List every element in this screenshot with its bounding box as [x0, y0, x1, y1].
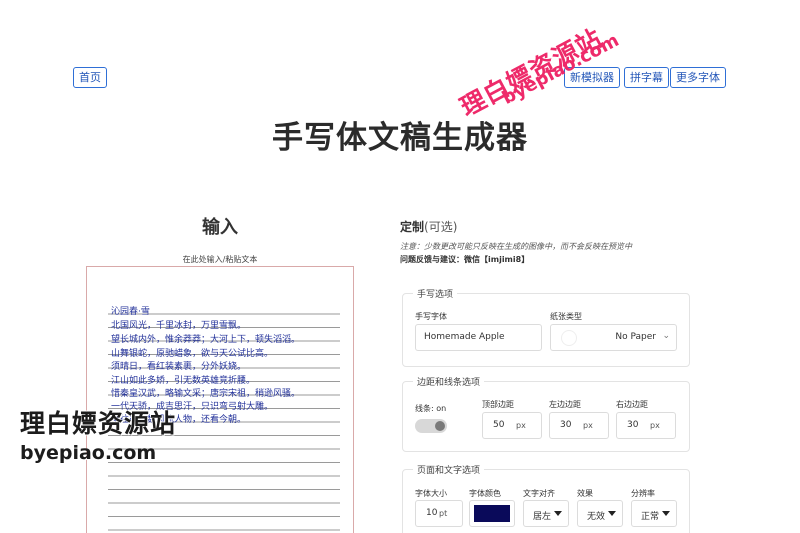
input-hint: 在此处输入/粘贴文本: [182, 255, 258, 264]
preview-notice: 注意：少数更改可能只反映在生成的图像中，而不会反映在预览中: [400, 242, 632, 251]
text-line: 俱往矣，数风流人物，还看今朝。: [111, 415, 247, 425]
text-line: 江山如此多娇，引无数英雄竞折腰。: [111, 376, 256, 386]
caret-down-icon: [554, 511, 562, 516]
pinyin-subtitle-button[interactable]: 拼字幕: [624, 67, 669, 88]
text-line: 沁园春·雪: [111, 307, 150, 317]
text-align-label: 文字对齐: [523, 489, 555, 498]
unit-label: px: [650, 421, 660, 430]
font-size-input[interactable]: 10 pt: [415, 500, 463, 527]
new-simulator-button[interactable]: 新模拟器: [564, 67, 620, 88]
handwriting-options-legend: 手写选项: [417, 290, 454, 300]
top-margin-input[interactable]: 50 px: [482, 412, 542, 439]
text-line: 山舞银蛇，原驰蜡象，欲与天公试比高。: [111, 349, 274, 359]
top-margin-label: 顶部边距: [482, 400, 514, 409]
font-color-picker[interactable]: [469, 500, 515, 527]
more-fonts-button[interactable]: 更多字体: [670, 67, 726, 88]
paper-select-value: No Paper: [615, 332, 656, 342]
text-line: 一代天骄，成吉思汗，只识弯弓射大雕。: [111, 402, 274, 412]
margin-options-legend: 边距和线条选项: [417, 378, 481, 388]
paper-type-select[interactable]: No Paper ⌄: [550, 324, 677, 351]
right-margin-value: 30: [627, 420, 639, 430]
text-line: 北国风光，千里冰封，万里雪飘。: [111, 321, 247, 331]
text-line: 望长城内外，惟余莽莽；大河上下，顿失滔滔。: [111, 335, 301, 345]
caret-down-icon: [608, 511, 616, 516]
handwriting-font-select[interactable]: Homemade Apple: [415, 324, 542, 351]
unit-label: px: [583, 421, 593, 430]
font-size-unit: pt: [439, 509, 448, 518]
right-margin-input[interactable]: 30 px: [616, 412, 676, 439]
page-title: 手写体文稿生成器: [272, 120, 528, 156]
font-size-label: 字体大小: [415, 489, 447, 498]
text-align-select[interactable]: 居左: [523, 500, 569, 527]
optional-label: (可选): [424, 220, 458, 234]
chevron-down-icon: ⌄: [662, 331, 670, 341]
resolution-select[interactable]: 正常: [631, 500, 677, 527]
effect-label: 效果: [577, 489, 593, 498]
home-button[interactable]: 首页: [73, 67, 107, 88]
paper-type-label: 纸张类型: [550, 312, 582, 321]
toggle-knob: [435, 421, 445, 431]
font-color-label: 字体颜色: [469, 489, 501, 498]
ink-color-swatch: [474, 505, 510, 522]
unit-label: px: [516, 421, 526, 430]
caret-down-icon: [662, 511, 670, 516]
effect-select[interactable]: 无效: [577, 500, 623, 527]
left-margin-value: 30: [560, 420, 572, 430]
text-line: 惜秦皇汉武，略输文采；唐宗宋祖，稍逊风骚。: [111, 389, 301, 399]
feedback-contact: 问题反馈与建议：微信【imjimi8】: [400, 255, 530, 264]
customize-title: 定制: [400, 220, 425, 234]
page-text-options-legend: 页面和文字选项: [417, 466, 481, 476]
handwriting-preview-textarea[interactable]: 沁园春·雪 北国风光，千里冰封，万里雪飘。 望长城内外，惟余莽莽；大河上下，顿失…: [86, 266, 354, 533]
lines-toggle-label: 线条: on: [415, 404, 447, 413]
font-select-value: Homemade Apple: [424, 332, 505, 342]
effect-value: 无效: [587, 512, 606, 522]
font-size-value: 10: [426, 508, 438, 518]
resolution-value: 正常: [641, 512, 660, 522]
right-margin-label: 右边边距: [616, 400, 648, 409]
left-margin-label: 左边边距: [549, 400, 581, 409]
paper-swatch-icon: [561, 330, 577, 346]
resolution-label: 分辨率: [631, 489, 655, 498]
top-margin-value: 50: [493, 420, 505, 430]
input-heading: 输入: [202, 217, 238, 238]
customize-heading: 定制(可选): [400, 218, 457, 235]
text-line: 须晴日，看红装素裹，分外妖娆。: [111, 362, 247, 372]
text-align-value: 居左: [533, 512, 552, 522]
left-margin-input[interactable]: 30 px: [549, 412, 609, 439]
lines-toggle[interactable]: [415, 419, 447, 433]
font-label: 手写字体: [415, 312, 447, 321]
